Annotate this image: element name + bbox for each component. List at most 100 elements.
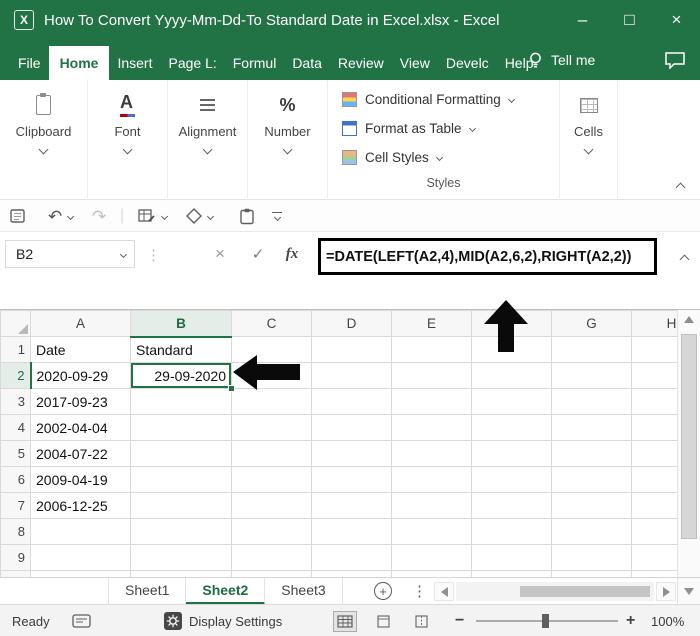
cell-C4[interactable] [232, 415, 312, 441]
new-sheet-button[interactable]: + [374, 582, 392, 600]
cell-E8[interactable] [392, 519, 472, 545]
cell-D9[interactable] [312, 545, 392, 571]
tab-develc[interactable]: Develc [438, 46, 497, 80]
ribbon-group-cells[interactable]: Cells [560, 80, 618, 200]
cell-G2[interactable] [552, 363, 632, 389]
chevron-down-icon[interactable] [67, 212, 74, 219]
cell-B8[interactable] [131, 519, 232, 545]
cell-B9[interactable] [131, 545, 232, 571]
cell-B7[interactable] [131, 493, 232, 519]
collapse-ribbon-icon[interactable] [676, 183, 686, 193]
page-break-view-button[interactable] [409, 611, 433, 632]
cell-F2[interactable] [472, 363, 552, 389]
redo-button[interactable]: ↷ [92, 200, 106, 232]
cell-C6[interactable] [232, 467, 312, 493]
cell-D8[interactable] [312, 519, 392, 545]
cell-H5[interactable] [632, 441, 678, 467]
cell-D6[interactable] [312, 467, 392, 493]
tab-insert[interactable]: Insert [109, 46, 160, 80]
cell-D7[interactable] [312, 493, 392, 519]
minimize-button[interactable]: – [559, 0, 606, 40]
formula-input[interactable]: =DATE(LEFT(A2,4),MID(A2,6,2),RIGHT(A2,2)… [318, 238, 657, 275]
format-as-table-button[interactable]: Format as Table [328, 114, 560, 143]
tab-review[interactable]: Review [330, 46, 392, 80]
zoom-out-button[interactable]: − [455, 605, 464, 636]
cell-A3[interactable]: 2017-09-23 [31, 389, 131, 415]
cell-E9[interactable] [392, 545, 472, 571]
normal-view-button[interactable] [333, 611, 357, 632]
conditional-formatting-button[interactable]: Conditional Formatting [328, 85, 560, 114]
cell-H9[interactable] [632, 545, 678, 571]
sheet-tab-sheet3[interactable]: Sheet3 [265, 578, 342, 605]
cell-B6[interactable] [131, 467, 232, 493]
cell-E6[interactable] [392, 467, 472, 493]
cell-G3[interactable] [552, 389, 632, 415]
cell-A8[interactable] [31, 519, 131, 545]
cell-C7[interactable] [232, 493, 312, 519]
ribbon-group-alignment[interactable]: Alignment [168, 80, 248, 200]
cancel-icon[interactable]: × [208, 240, 232, 268]
cell-F4[interactable] [472, 415, 552, 441]
cell-F8[interactable] [472, 519, 552, 545]
tab-home[interactable]: Home [49, 46, 110, 80]
page-layout-view-button[interactable] [371, 611, 395, 632]
row-header-2[interactable]: 2 [1, 363, 31, 389]
cell-H3[interactable] [632, 389, 678, 415]
clipboard-icon[interactable] [240, 200, 255, 232]
tab-formul[interactable]: Formul [225, 46, 285, 80]
row-header-9[interactable]: 9 [1, 545, 31, 571]
cell-F6[interactable] [472, 467, 552, 493]
name-box[interactable]: B2 [5, 240, 135, 268]
chevron-down-icon[interactable] [207, 212, 214, 219]
cell-E3[interactable] [392, 389, 472, 415]
formula-bar-expand-icon[interactable] [680, 255, 690, 265]
zoom-slider-thumb[interactable] [542, 614, 549, 628]
close-button[interactable]: × [653, 0, 700, 40]
cell-G7[interactable] [552, 493, 632, 519]
cell-C8[interactable] [232, 519, 312, 545]
display-settings-button[interactable]: Display Settings [164, 605, 282, 636]
col-header-H[interactable]: H [632, 311, 678, 337]
sheet-tab-sheet2[interactable]: Sheet2 [186, 578, 265, 605]
cell-H8[interactable] [632, 519, 678, 545]
chevron-down-icon[interactable] [161, 212, 168, 219]
row-header-8[interactable]: 8 [1, 519, 31, 545]
cell-D1[interactable] [312, 337, 392, 363]
cell-C3[interactable] [232, 389, 312, 415]
cell-G6[interactable] [552, 467, 632, 493]
cell-D5[interactable] [312, 441, 392, 467]
enter-icon[interactable]: ✓ [246, 240, 270, 268]
cell-H6[interactable] [632, 467, 678, 493]
cell-H7[interactable] [632, 493, 678, 519]
tab-view[interactable]: View [392, 46, 438, 80]
horizontal-scrollbar[interactable] [456, 582, 654, 601]
cell-F3[interactable] [472, 389, 552, 415]
comment-icon[interactable] [664, 51, 686, 74]
row-header-4[interactable]: 4 [1, 415, 31, 441]
select-all-button[interactable] [1, 311, 31, 337]
cell-A7[interactable]: 2006-12-25 [31, 493, 131, 519]
cell-H4[interactable] [632, 415, 678, 441]
insert-function-icon[interactable]: fx [280, 240, 304, 268]
undo-button[interactable]: ↶ [48, 200, 62, 232]
tab-data[interactable]: Data [284, 46, 330, 80]
cell-C5[interactable] [232, 441, 312, 467]
cell-B4[interactable] [131, 415, 232, 441]
cell-A6[interactable]: 2009-04-19 [31, 467, 131, 493]
cell-B1[interactable]: Standard [131, 337, 232, 363]
row-header-1[interactable]: 1 [1, 337, 31, 363]
row-header-5[interactable]: 5 [1, 441, 31, 467]
table-edit-icon[interactable] [138, 200, 156, 232]
cell-F5[interactable] [472, 441, 552, 467]
zoom-in-button[interactable]: + [626, 605, 635, 636]
zoom-level-label[interactable]: 100% [651, 605, 684, 636]
cell-F7[interactable] [472, 493, 552, 519]
col-header-G[interactable]: G [552, 311, 632, 337]
cell-D2[interactable] [312, 363, 392, 389]
cell-F9[interactable] [472, 545, 552, 571]
row-header-6[interactable]: 6 [1, 467, 31, 493]
cell-G5[interactable] [552, 441, 632, 467]
tell-me-button[interactable]: Tell me [528, 40, 595, 80]
ribbon-group-clipboard[interactable]: Clipboard [0, 80, 88, 200]
col-header-A[interactable]: A [31, 311, 131, 337]
